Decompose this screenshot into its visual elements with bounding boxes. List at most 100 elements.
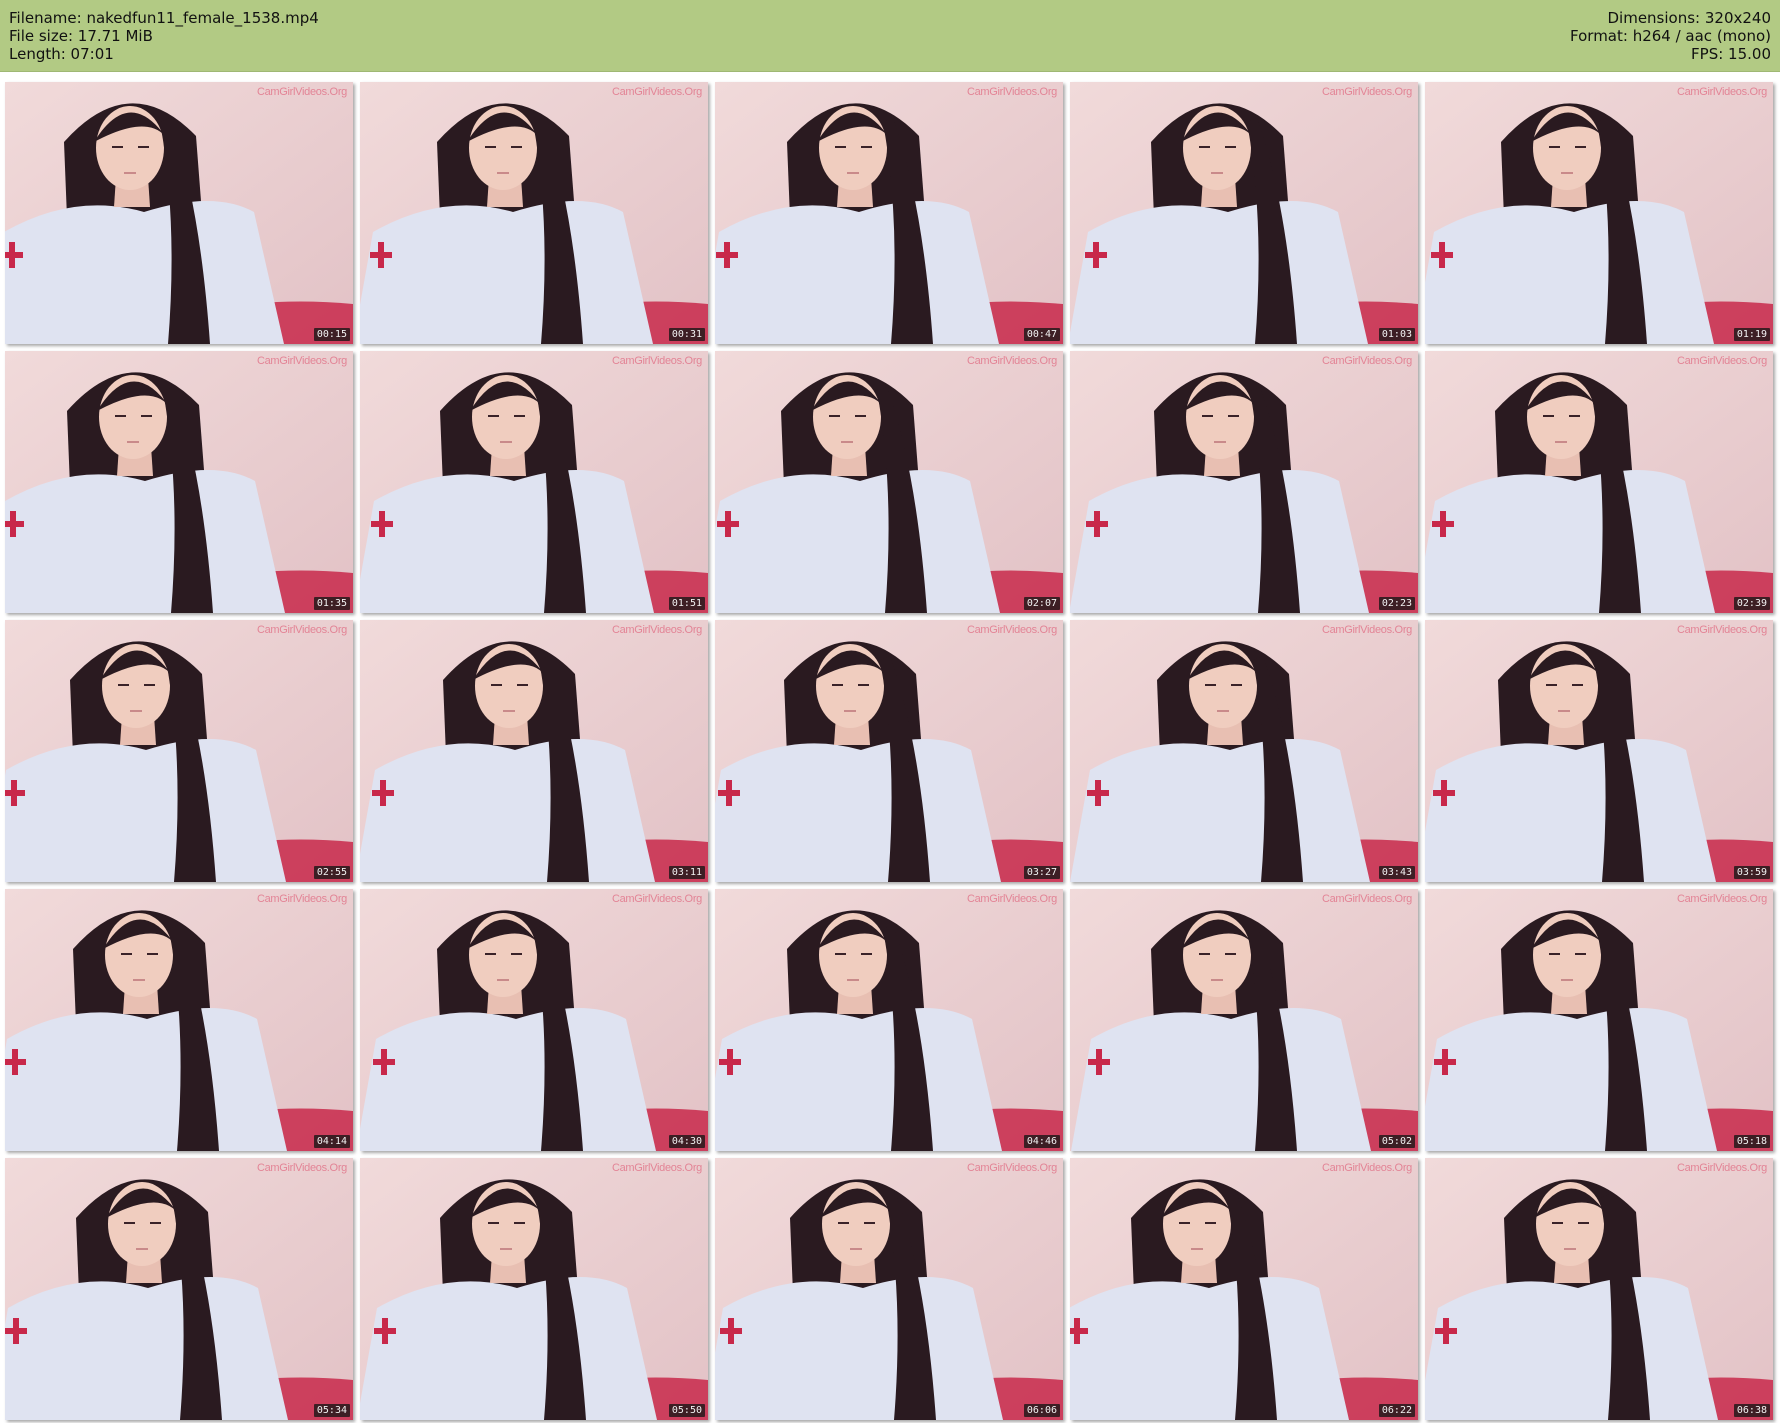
video-thumbnail[interactable]: CamGirlVideos.Org 03:59 xyxy=(1425,620,1773,882)
timestamp-label: 05:50 xyxy=(668,1404,705,1417)
timestamp-label: 01:03 xyxy=(1378,328,1415,341)
video-thumbnail[interactable]: CamGirlVideos.Org 00:15 xyxy=(5,82,353,344)
watermark-text: CamGirlVideos.Org xyxy=(1676,86,1767,98)
video-thumbnail[interactable]: CamGirlVideos.Org 04:46 xyxy=(715,889,1063,1151)
watermark-text: CamGirlVideos.Org xyxy=(611,893,702,905)
frame-image xyxy=(1425,889,1773,1151)
file-info: Filename: nakedfun11_female_1538.mp4 Fil… xyxy=(9,9,319,63)
frame-image xyxy=(1070,82,1418,344)
watermark-text: CamGirlVideos.Org xyxy=(966,355,1057,367)
format-text: Format: h264 / aac (mono) xyxy=(1570,27,1771,45)
frame-image xyxy=(5,82,353,344)
watermark-text: CamGirlVideos.Org xyxy=(1321,355,1412,367)
frame-image xyxy=(1425,351,1773,613)
watermark-text: CamGirlVideos.Org xyxy=(256,1162,347,1174)
timestamp-label: 06:38 xyxy=(1733,1404,1770,1417)
frame-image xyxy=(5,351,353,613)
timestamp-label: 01:19 xyxy=(1733,328,1770,341)
timestamp-label: 00:47 xyxy=(1023,328,1060,341)
watermark-text: CamGirlVideos.Org xyxy=(966,86,1057,98)
video-thumbnail[interactable]: CamGirlVideos.Org 02:23 xyxy=(1070,351,1418,613)
video-thumbnail[interactable]: CamGirlVideos.Org 01:51 xyxy=(360,351,708,613)
filename-text: Filename: nakedfun11_female_1538.mp4 xyxy=(9,9,319,27)
video-thumbnail[interactable]: CamGirlVideos.Org 02:55 xyxy=(5,620,353,882)
timestamp-label: 06:06 xyxy=(1023,1404,1060,1417)
frame-image xyxy=(360,889,708,1151)
video-thumbnail[interactable]: CamGirlVideos.Org 06:38 xyxy=(1425,1158,1773,1420)
frame-image xyxy=(360,351,708,613)
watermark-text: CamGirlVideos.Org xyxy=(966,1162,1057,1174)
frame-image xyxy=(5,1158,353,1420)
watermark-text: CamGirlVideos.Org xyxy=(256,624,347,636)
frame-image xyxy=(1425,1158,1773,1420)
info-header: Filename: nakedfun11_female_1538.mp4 Fil… xyxy=(0,0,1780,72)
video-thumbnail[interactable]: CamGirlVideos.Org 01:35 xyxy=(5,351,353,613)
frame-image xyxy=(360,620,708,882)
timestamp-label: 03:59 xyxy=(1733,866,1770,879)
video-thumbnail[interactable]: CamGirlVideos.Org 03:43 xyxy=(1070,620,1418,882)
fps-text: FPS: 15.00 xyxy=(1691,45,1771,63)
watermark-text: CamGirlVideos.Org xyxy=(256,86,347,98)
watermark-text: CamGirlVideos.Org xyxy=(1321,624,1412,636)
length-text: Length: 07:01 xyxy=(9,45,114,63)
video-thumbnail[interactable]: CamGirlVideos.Org 05:02 xyxy=(1070,889,1418,1151)
watermark-text: CamGirlVideos.Org xyxy=(1676,893,1767,905)
frame-image xyxy=(5,889,353,1151)
video-thumbnail[interactable]: CamGirlVideos.Org 00:47 xyxy=(715,82,1063,344)
timestamp-label: 04:30 xyxy=(668,1135,705,1148)
video-thumbnail[interactable]: CamGirlVideos.Org 05:18 xyxy=(1425,889,1773,1151)
frame-image xyxy=(715,889,1063,1151)
video-thumbnail[interactable]: CamGirlVideos.Org 02:07 xyxy=(715,351,1063,613)
frame-image xyxy=(1070,620,1418,882)
watermark-text: CamGirlVideos.Org xyxy=(1321,893,1412,905)
timestamp-label: 01:35 xyxy=(313,597,350,610)
frame-image xyxy=(1070,889,1418,1151)
video-thumbnail[interactable]: CamGirlVideos.Org 01:03 xyxy=(1070,82,1418,344)
watermark-text: CamGirlVideos.Org xyxy=(1676,1162,1767,1174)
watermark-text: CamGirlVideos.Org xyxy=(1321,86,1412,98)
frame-image xyxy=(360,82,708,344)
watermark-text: CamGirlVideos.Org xyxy=(966,893,1057,905)
frame-image xyxy=(715,351,1063,613)
timestamp-label: 02:23 xyxy=(1378,597,1415,610)
timestamp-label: 05:34 xyxy=(313,1404,350,1417)
frame-image xyxy=(1070,351,1418,613)
frame-image xyxy=(5,620,353,882)
watermark-text: CamGirlVideos.Org xyxy=(611,86,702,98)
watermark-text: CamGirlVideos.Org xyxy=(1676,624,1767,636)
timestamp-label: 01:51 xyxy=(668,597,705,610)
video-thumbnail[interactable]: CamGirlVideos.Org 03:11 xyxy=(360,620,708,882)
timestamp-label: 03:11 xyxy=(668,866,705,879)
watermark-text: CamGirlVideos.Org xyxy=(611,624,702,636)
timestamp-label: 04:46 xyxy=(1023,1135,1060,1148)
frame-image xyxy=(715,1158,1063,1420)
video-thumbnail[interactable]: CamGirlVideos.Org 02:39 xyxy=(1425,351,1773,613)
watermark-text: CamGirlVideos.Org xyxy=(256,893,347,905)
watermark-text: CamGirlVideos.Org xyxy=(611,355,702,367)
filesize-text: File size: 17.71 MiB xyxy=(9,27,153,45)
video-thumbnail[interactable]: CamGirlVideos.Org 06:06 xyxy=(715,1158,1063,1420)
timestamp-label: 03:43 xyxy=(1378,866,1415,879)
video-thumbnail[interactable]: CamGirlVideos.Org 05:50 xyxy=(360,1158,708,1420)
watermark-text: CamGirlVideos.Org xyxy=(611,1162,702,1174)
frame-image xyxy=(1425,620,1773,882)
video-thumbnail[interactable]: CamGirlVideos.Org 04:14 xyxy=(5,889,353,1151)
frame-image xyxy=(360,1158,708,1420)
timestamp-label: 02:55 xyxy=(313,866,350,879)
video-thumbnail[interactable]: CamGirlVideos.Org 06:22 xyxy=(1070,1158,1418,1420)
video-thumbnail[interactable]: CamGirlVideos.Org 03:27 xyxy=(715,620,1063,882)
video-thumbnail[interactable]: CamGirlVideos.Org 04:30 xyxy=(360,889,708,1151)
video-thumbnail[interactable]: CamGirlVideos.Org 05:34 xyxy=(5,1158,353,1420)
watermark-text: CamGirlVideos.Org xyxy=(1321,1162,1412,1174)
watermark-text: CamGirlVideos.Org xyxy=(966,624,1057,636)
video-thumbnail[interactable]: CamGirlVideos.Org 00:31 xyxy=(360,82,708,344)
timestamp-label: 00:31 xyxy=(668,328,705,341)
video-info: Dimensions: 320x240 Format: h264 / aac (… xyxy=(1570,9,1771,63)
video-thumbnail[interactable]: CamGirlVideos.Org 01:19 xyxy=(1425,82,1773,344)
frame-image xyxy=(715,82,1063,344)
dimensions-text: Dimensions: 320x240 xyxy=(1607,9,1771,27)
thumbnail-grid: CamGirlVideos.Org 00:15 CamGirlVideos.Org 0… xyxy=(0,82,1780,1420)
watermark-text: CamGirlVideos.Org xyxy=(256,355,347,367)
timestamp-label: 02:39 xyxy=(1733,597,1770,610)
timestamp-label: 03:27 xyxy=(1023,866,1060,879)
